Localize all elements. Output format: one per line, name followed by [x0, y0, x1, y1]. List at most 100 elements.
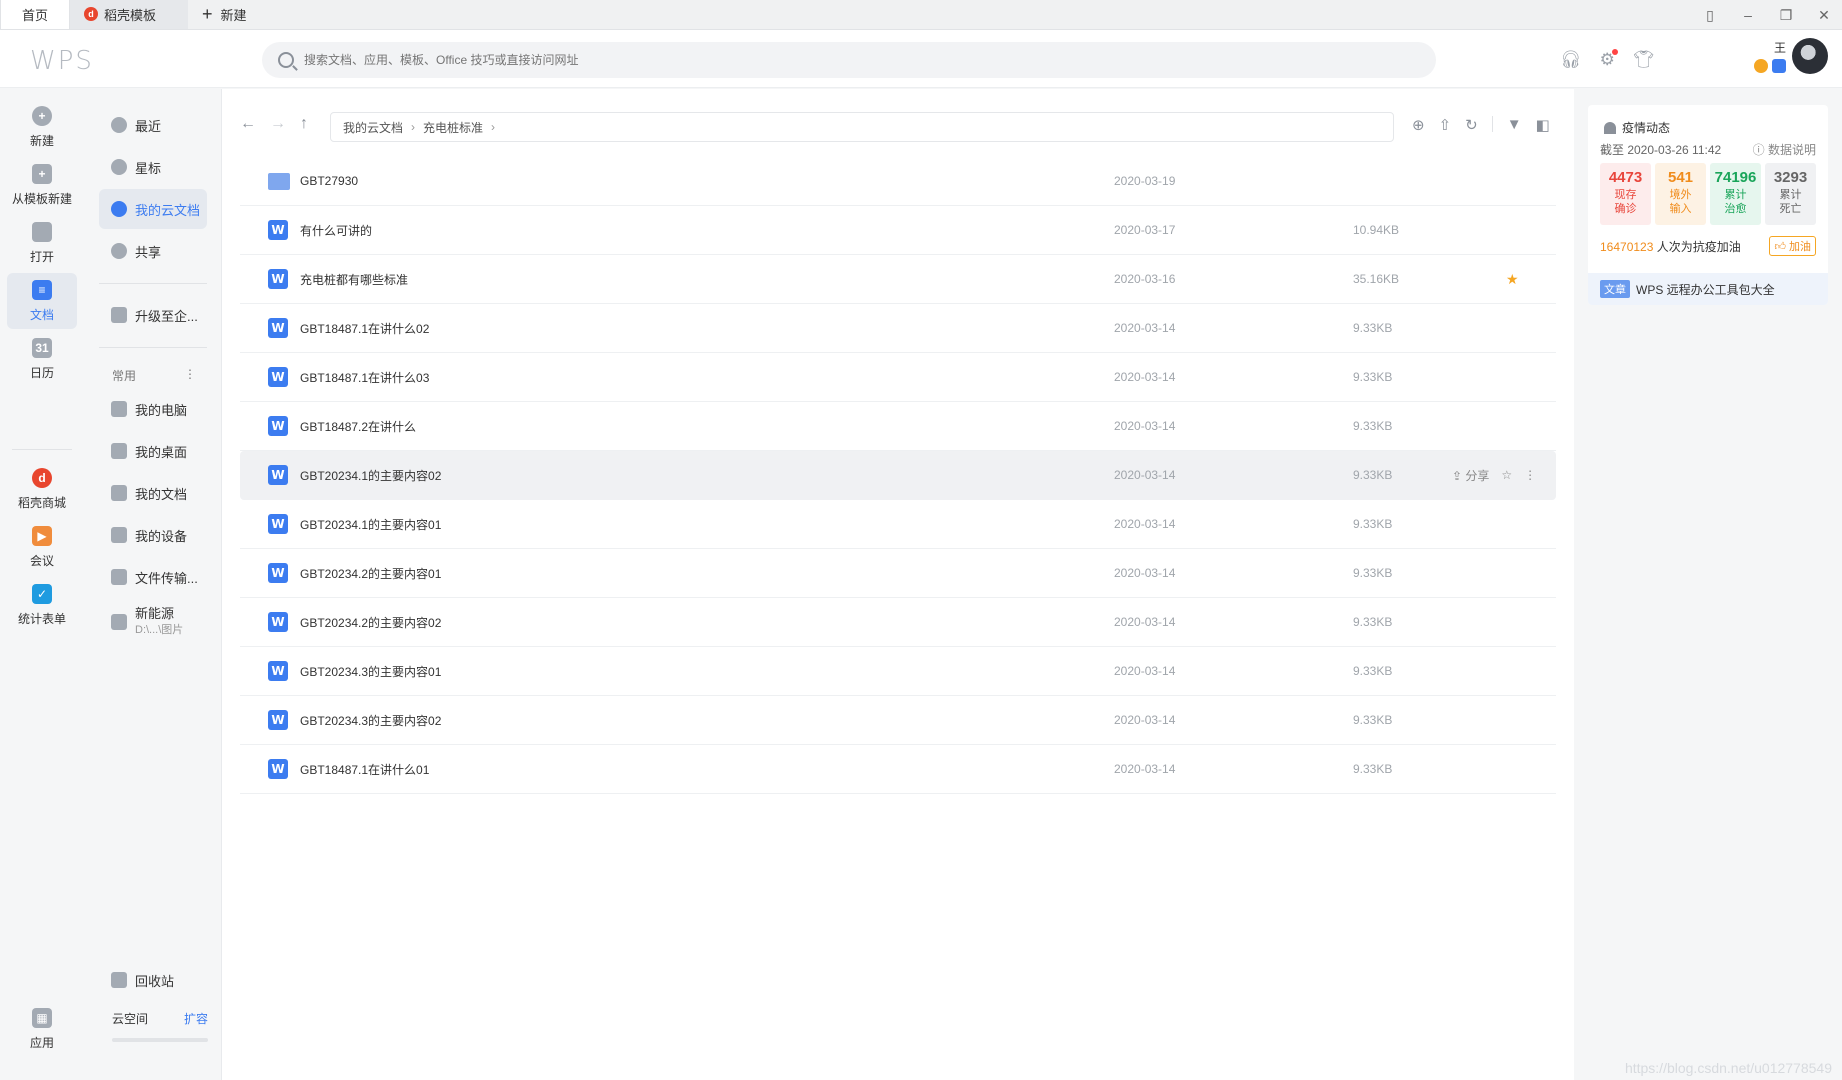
- file-row[interactable]: W GBT18487.1在讲什么02 2020-03-14 9.33KB: [240, 304, 1556, 353]
- back-icon[interactable]: ←: [240, 115, 256, 133]
- expand-link[interactable]: 扩容: [184, 1010, 208, 1027]
- file-date: 2020-03-14: [1114, 468, 1176, 482]
- data-explain-link[interactable]: ⓘ 数据说明: [1753, 141, 1816, 158]
- apps-icon: ▦: [32, 1007, 52, 1028]
- rail-item-meeting[interactable]: ▶ 会议: [7, 519, 77, 575]
- file-row[interactable]: GBT27930 2020-03-19: [240, 157, 1556, 206]
- file-row[interactable]: W GBT20234.2的主要内容02 2020-03-14 9.33KB: [240, 598, 1556, 647]
- sidebar-item-my-cloud-docs[interactable]: 我的云文档: [99, 189, 207, 229]
- sidebar-item-file-transfer[interactable]: 文件传输...: [99, 557, 207, 597]
- user-area[interactable]: 王: [1754, 38, 1828, 74]
- rail-item-documents[interactable]: ≡ 文档: [7, 273, 77, 329]
- user-initial: 王: [1773, 41, 1786, 55]
- file-date: 2020-03-14: [1114, 517, 1176, 531]
- file-row[interactable]: W GBT20234.3的主要内容02 2020-03-14 9.33KB: [240, 696, 1556, 745]
- row-actions: ⇪ 分享 ☆ ⋮: [1452, 467, 1536, 484]
- sidebar-item-new-energy[interactable]: 新能源 D:\...\图片: [99, 599, 207, 645]
- file-row[interactable]: W GBT18487.1在讲什么03 2020-03-14 9.33KB: [240, 353, 1556, 402]
- breadcrumb-item[interactable]: 我的云文档: [343, 119, 403, 136]
- epidemic-card[interactable]: 疫情动态 截至 2020-03-26 11:42 ⓘ 数据说明 4473 现存确…: [1588, 105, 1828, 305]
- file-row[interactable]: W GBT18487.1在讲什么01 2020-03-14 9.33KB: [240, 745, 1556, 794]
- new-file-icon[interactable]: ⊕: [1412, 116, 1425, 134]
- share-icon: ⇪: [1452, 468, 1466, 483]
- up-icon[interactable]: ↑: [300, 115, 308, 133]
- sidebar-item-recent[interactable]: 最近: [99, 105, 207, 145]
- file-row[interactable]: W GBT20234.2的主要内容01 2020-03-14 9.33KB: [240, 549, 1556, 598]
- file-row[interactable]: W GBT20234.1的主要内容02 2020-03-14 9.33KB ⇪ 分享 ☆ ⋮: [240, 451, 1556, 500]
- settings-icon[interactable]: ⚙: [1600, 49, 1618, 70]
- minimize-icon[interactable]: –: [1740, 7, 1756, 23]
- cheer-button[interactable]: 👍︎ 加油: [1769, 236, 1816, 256]
- rail-item-apps[interactable]: ▦ 应用: [7, 1001, 77, 1057]
- file-name: GBT18487.1在讲什么03: [300, 370, 430, 385]
- more-icon[interactable]: ⋮: [184, 367, 196, 384]
- tab-docer-template[interactable]: d 稻壳模板: [70, 0, 188, 29]
- sidebar-item-starred[interactable]: 星标: [99, 147, 207, 187]
- file-name: GBT18487.1在讲什么02: [300, 321, 430, 336]
- header-icons: 🎧︎ ⚙ 👕︎: [1560, 49, 1655, 70]
- star-filled-icon[interactable]: ★: [1506, 271, 1519, 288]
- sidebar-item-shared[interactable]: 共享: [99, 231, 207, 271]
- rail-item-from-template[interactable]: + 从模板新建: [7, 157, 77, 213]
- file-name: GBT18487.1在讲什么01: [300, 762, 430, 777]
- cloud-badge-icon: [1772, 59, 1786, 73]
- rail-label: 文档: [29, 307, 54, 322]
- upload-icon[interactable]: ⇧: [1439, 116, 1452, 134]
- plus-icon: +: [32, 105, 52, 126]
- sidebar-item-my-documents[interactable]: 我的文档: [99, 473, 207, 513]
- share-label: 分享: [1465, 468, 1490, 483]
- sidebar-item-my-desktop[interactable]: 我的桌面: [99, 431, 207, 471]
- promo-article[interactable]: 文章 WPS 远程办公工具包大全: [1588, 273, 1828, 305]
- rail-item-docer-store[interactable]: d 稻壳商城: [7, 461, 77, 517]
- share-button[interactable]: ⇪ 分享: [1452, 467, 1489, 484]
- toolbar-divider: [1491, 116, 1493, 132]
- file-row[interactable]: W 充电桩都有哪些标准 2020-03-16 35.16KB ★: [240, 255, 1556, 304]
- close-icon[interactable]: ✕: [1816, 7, 1832, 24]
- rail-item-calendar[interactable]: 31 日历: [7, 331, 77, 387]
- stat-number: 541: [1667, 169, 1694, 186]
- refresh-icon[interactable]: ↻: [1465, 116, 1478, 134]
- file-row[interactable]: W 有什么可讲的 2020-03-17 10.94KB: [240, 206, 1556, 255]
- file-row[interactable]: W GBT20234.3的主要内容01 2020-03-14 9.33KB: [240, 647, 1556, 696]
- file-date: 2020-03-14: [1114, 419, 1176, 433]
- file-row[interactable]: W GBT20234.1的主要内容01 2020-03-14 9.33KB: [240, 500, 1556, 549]
- panel-toggle-icon[interactable]: ◧: [1536, 116, 1550, 134]
- forward-icon[interactable]: →: [270, 115, 286, 133]
- file-date: 2020-03-14: [1114, 566, 1176, 580]
- sidebar-item-my-computer[interactable]: 我的电脑: [99, 389, 207, 429]
- search-input[interactable]: [304, 53, 1204, 67]
- rail-item-new[interactable]: + 新建: [7, 99, 77, 155]
- breadcrumb-item[interactable]: 充电桩标准: [423, 119, 483, 136]
- file-name: GBT20234.2的主要内容02: [300, 615, 442, 630]
- skin-icon[interactable]: 👕︎: [1633, 50, 1655, 70]
- rail-label: 日历: [29, 365, 54, 380]
- sidebar-item-label: 星标: [135, 160, 162, 176]
- new-tab-button[interactable]: + 新建: [188, 0, 261, 29]
- sidebar-item-upgrade[interactable]: 升级至企...: [99, 295, 207, 335]
- restore-icon[interactable]: ❐: [1778, 7, 1794, 24]
- rail-label: 从模板新建: [11, 191, 72, 206]
- sidebar-group-common: 常用 ⋮: [112, 367, 196, 384]
- left-nav-rail: + 新建 + 从模板新建 打开 ≡ 文档 31 日历 d 稻壳商城 ▶ 会议 ✓…: [0, 89, 84, 1080]
- epidemic-stats: 4473 现存确诊 541 境外输入 74196 累计治愈 3293 累计死亡: [1600, 163, 1816, 225]
- star-outline-icon[interactable]: ☆: [1501, 468, 1512, 482]
- user-badges: [1754, 59, 1786, 73]
- word-doc-icon: W: [268, 416, 288, 436]
- sidebar-item-trash[interactable]: 回收站: [99, 960, 207, 1000]
- as-of-time: 截至 2020-03-26 11:42: [1600, 143, 1722, 157]
- avatar[interactable]: [1792, 38, 1828, 74]
- file-size: 10.94KB: [1353, 223, 1400, 237]
- layout-toggle-icon[interactable]: ▯: [1702, 7, 1718, 24]
- file-row[interactable]: W GBT18487.2在讲什么 2020-03-14 9.33KB: [240, 402, 1556, 451]
- stat-recovered: 74196 累计治愈: [1710, 163, 1761, 225]
- sidebar-item-my-devices[interactable]: 我的设备: [99, 515, 207, 555]
- file-size: 9.33KB: [1353, 615, 1393, 629]
- headset-icon[interactable]: 🎧︎: [1560, 50, 1582, 70]
- search-bar[interactable]: [262, 42, 1436, 78]
- data-explain-label: 数据说明: [1767, 143, 1816, 157]
- more-icon[interactable]: ⋮: [1524, 468, 1536, 482]
- tab-home[interactable]: 首页: [0, 0, 70, 29]
- filter-icon[interactable]: ▼: [1507, 116, 1522, 134]
- rail-item-form[interactable]: ✓ 统计表单: [7, 577, 77, 633]
- rail-item-open[interactable]: 打开: [7, 215, 77, 271]
